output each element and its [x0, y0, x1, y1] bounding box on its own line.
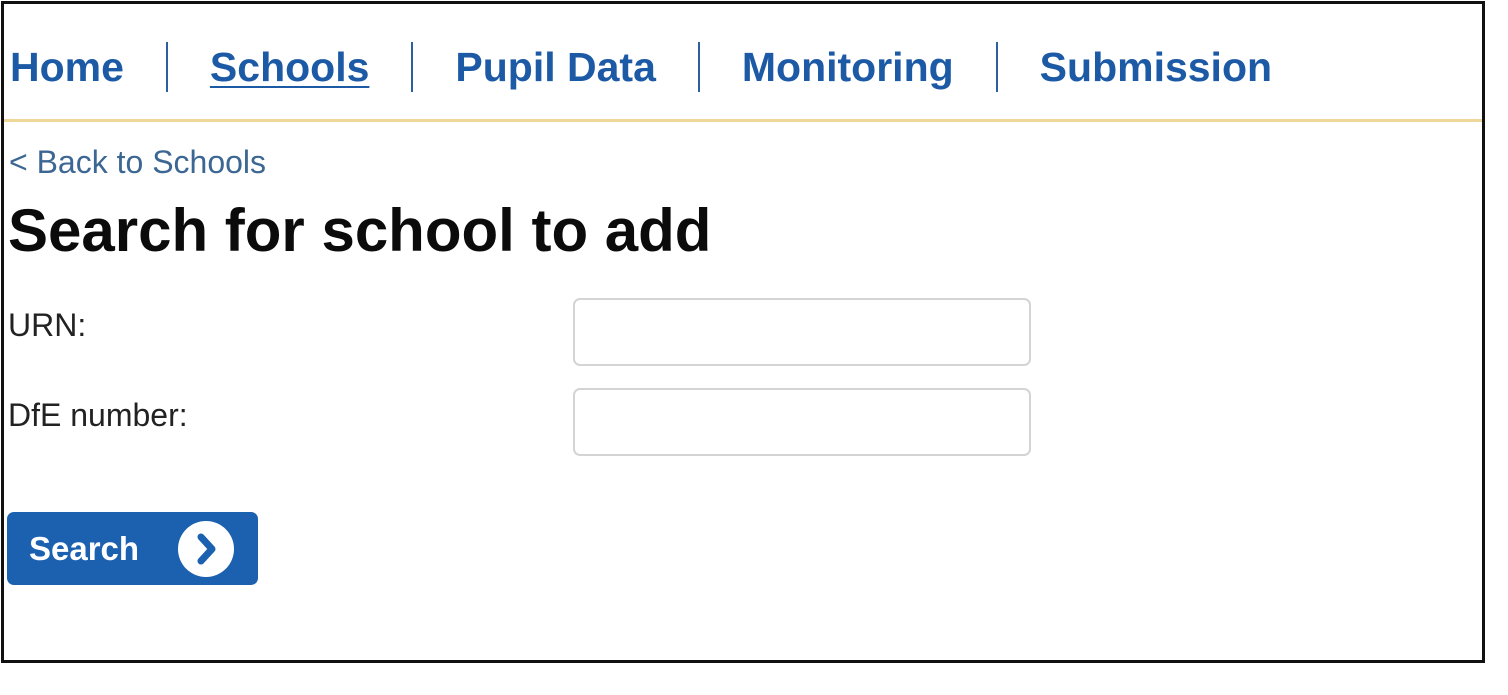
- dfe-number-input[interactable]: [573, 388, 1031, 456]
- urn-label: URN:: [8, 307, 87, 343]
- chevron-right-icon: [178, 521, 234, 577]
- search-button-label: Search: [29, 529, 140, 567]
- nav-item-submission[interactable]: Submission: [1040, 40, 1272, 94]
- urn-input[interactable]: [573, 298, 1031, 366]
- search-button[interactable]: Search: [7, 512, 258, 585]
- dfe-number-label: DfE number:: [8, 397, 188, 433]
- back-to-schools-link[interactable]: < Back to Schools: [9, 144, 266, 181]
- main-nav: Home Schools Pupil Data Monitoring Submi…: [10, 40, 1272, 94]
- nav-separator: [165, 42, 168, 92]
- nav-separator: [411, 42, 414, 92]
- nav-separator: [995, 42, 998, 92]
- page-frame: Home Schools Pupil Data Monitoring Submi…: [1, 1, 1485, 663]
- nav-divider: [4, 119, 1482, 122]
- page-title: Search for school to add: [8, 197, 712, 264]
- nav-item-monitoring[interactable]: Monitoring: [742, 40, 954, 94]
- nav-separator: [697, 42, 700, 92]
- nav-item-schools[interactable]: Schools: [210, 40, 369, 94]
- nav-item-pupil-data[interactable]: Pupil Data: [455, 40, 655, 94]
- nav-item-home[interactable]: Home: [10, 40, 124, 94]
